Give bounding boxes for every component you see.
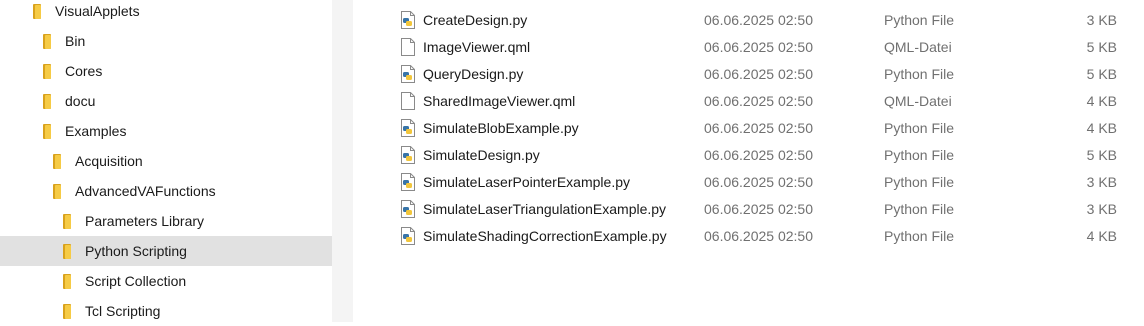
tree-item-acquisition[interactable]: Acquisition (0, 146, 384, 176)
file-type: Python File (884, 173, 955, 190)
file-row[interactable]: SimulateLaserTriangulationExample.py 06.0… (353, 195, 1144, 222)
document-icon (400, 92, 416, 110)
file-modified-date: 06.06.2025 02:50 (704, 92, 813, 109)
file-size: 4 KB (1086, 92, 1117, 109)
python-file-icon (400, 11, 416, 29)
file-modified-date: 06.06.2025 02:50 (704, 38, 813, 55)
tree-item-label: Acquisition (75, 153, 143, 169)
folder-icon (53, 183, 61, 199)
file-type: Python File (884, 11, 955, 28)
file-type: Python File (884, 200, 955, 217)
file-name: CreateDesign.py (423, 11, 528, 28)
file-type: Python File (884, 119, 955, 136)
file-type: Python File (884, 146, 955, 163)
file-type: Python File (884, 227, 955, 244)
file-row[interactable]: ImageViewer.qml 06.06.2025 02:50 QML-Datei… (353, 33, 1144, 60)
file-name: SimulateBlobExample.py (423, 119, 579, 136)
file-row[interactable]: SimulateBlobExample.py 06.06.2025 02:50 Py… (353, 114, 1144, 141)
folder-icon (63, 273, 71, 289)
folder-icon (33, 3, 41, 19)
python-file-icon (400, 65, 416, 83)
tree-item-label: AdvancedVAFunctions (75, 183, 216, 199)
file-row[interactable]: SimulateDesign.py 06.06.2025 02:50 Python … (353, 141, 1144, 168)
file-modified-date: 06.06.2025 02:50 (704, 227, 813, 244)
file-modified-date: 06.06.2025 02:50 (704, 173, 813, 190)
folder-icon (43, 63, 51, 79)
file-type: QML-Datei (884, 92, 952, 109)
file-row[interactable]: SimulateLaserPointerExample.py 06.06.2025… (353, 168, 1144, 195)
file-list: CreateDesign.py 06.06.2025 02:50 Python Fi… (353, 0, 1144, 322)
folder-icon (63, 303, 71, 319)
file-row[interactable]: SimulateShadingCorrectionExample.py 06.06… (353, 222, 1144, 249)
tree-item-label: Parameters Library (85, 213, 205, 229)
folder-icon (53, 153, 61, 169)
file-modified-date: 06.06.2025 02:50 (704, 119, 813, 136)
file-name: SimulateLaserPointerExample.py (423, 173, 630, 190)
python-file-icon (400, 200, 416, 218)
file-name: SharedImageViewer.qml (423, 92, 576, 109)
tree-item-cores[interactable]: Cores (0, 56, 374, 86)
tree-item-label: Script Collection (85, 273, 187, 289)
folder-icon (43, 123, 51, 139)
file-modified-date: 06.06.2025 02:50 (704, 11, 813, 28)
file-size: 5 KB (1086, 146, 1117, 163)
tree-item-label: Examples (65, 123, 127, 139)
file-row[interactable]: CreateDesign.py 06.06.2025 02:50 Python Fi… (353, 6, 1144, 33)
python-file-icon (400, 173, 416, 191)
file-size: 3 KB (1086, 11, 1117, 28)
tree-item-label: Bin (65, 33, 86, 49)
tree-item-label: Tcl Scripting (85, 303, 161, 319)
file-type: QML-Datei (884, 38, 952, 55)
tree-item-label: Python Scripting (85, 243, 187, 259)
file-size: 3 KB (1086, 173, 1117, 190)
python-file-icon (400, 146, 416, 164)
navigation-pane: VisualApplets Bin Cores docu Examples Acquisi… (0, 0, 394, 322)
file-type: Python File (884, 65, 955, 82)
python-file-icon (400, 119, 416, 137)
folder-icon (43, 93, 51, 109)
folder-icon (43, 33, 51, 49)
file-size: 5 KB (1086, 38, 1117, 55)
pane-splitter[interactable] (332, 0, 353, 322)
python-file-icon (400, 227, 416, 245)
file-modified-date: 06.06.2025 02:50 (704, 146, 813, 163)
file-modified-date: 06.06.2025 02:50 (704, 65, 813, 82)
folder-icon (63, 243, 71, 259)
tree-item-bin[interactable]: Bin (0, 26, 374, 56)
file-size: 4 KB (1086, 227, 1117, 244)
tree-item-examples[interactable]: Examples (0, 116, 374, 146)
file-size: 5 KB (1086, 65, 1117, 82)
file-size: 3 KB (1086, 200, 1117, 217)
file-row[interactable]: SharedImageViewer.qml 06.06.2025 02:50 QML… (353, 87, 1144, 114)
tree-item-docu[interactable]: docu (0, 86, 374, 116)
tree-item-visualapplets[interactable]: VisualApplets (0, 0, 364, 26)
tree-item-label: docu (65, 93, 96, 109)
file-name: QueryDesign.py (423, 65, 524, 82)
file-name: SimulateShadingCorrectionExample.py (423, 227, 667, 244)
tree-item-label: Cores (65, 63, 103, 79)
file-name: SimulateDesign.py (423, 146, 540, 163)
file-row[interactable]: QueryDesign.py 06.06.2025 02:50 Python Fil… (353, 60, 1144, 87)
file-modified-date: 06.06.2025 02:50 (704, 200, 813, 217)
file-name: ImageViewer.qml (423, 38, 531, 55)
file-name: SimulateLaserTriangulationExample.py (423, 200, 667, 217)
document-icon (400, 38, 416, 56)
tree-item-label: VisualApplets (55, 3, 140, 19)
tree-item-advancedvafunctions[interactable]: AdvancedVAFunctions (0, 176, 384, 206)
folder-icon (63, 213, 71, 229)
file-size: 4 KB (1086, 119, 1117, 136)
